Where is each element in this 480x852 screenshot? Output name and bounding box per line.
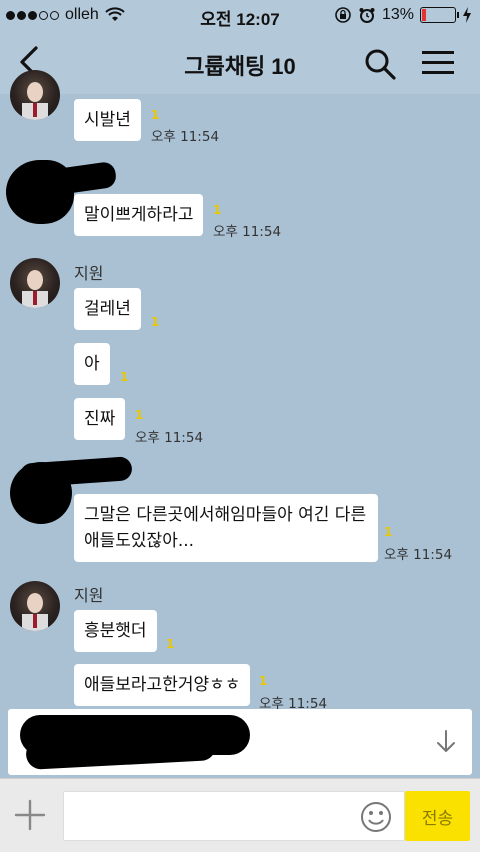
message-bubble[interactable]: 그말은 다른곳에서해임마들아 여긴 다른 애들도있잖아...	[74, 494, 378, 562]
send-button[interactable]: 전송	[405, 791, 470, 841]
status-bar: olleh 오전 12:07 13%	[0, 0, 480, 32]
sender-name: 지원	[74, 586, 104, 605]
message-input-bar: 전송	[0, 778, 480, 852]
message-bubble[interactable]: 걸레년	[74, 288, 141, 330]
sender-name: 지원	[74, 264, 104, 283]
unread-count: 1	[213, 203, 222, 217]
message-time: 오후 11:54	[213, 224, 282, 240]
rotation-lock-icon	[335, 7, 351, 23]
avatar[interactable]	[10, 581, 60, 631]
battery-percent: 13%	[381, 6, 414, 23]
new-message-notice[interactable]	[8, 709, 472, 775]
message-bubble[interactable]: 진짜	[74, 398, 126, 440]
chat-title: 그룹채팅 10	[0, 49, 480, 81]
unread-count: 1	[120, 370, 129, 384]
menu-icon[interactable]	[420, 48, 456, 78]
unread-count: 1	[259, 674, 268, 688]
message-time: 오후 11:54	[384, 547, 453, 563]
unread-count: 1	[135, 408, 144, 422]
unread-count: 1	[166, 637, 175, 651]
message-bubble[interactable]: 아	[74, 343, 110, 385]
member-count: 10	[271, 54, 296, 79]
message-time: 오후 11:54	[135, 430, 204, 446]
message-bubble[interactable]: 애들보라고한거양ㅎㅎ	[74, 664, 251, 706]
plus-icon[interactable]	[12, 797, 48, 833]
message-bubble[interactable]: 시발년	[74, 99, 141, 141]
message-time: 오후 11:54	[151, 129, 220, 145]
unread-count: 1	[151, 315, 160, 329]
unread-count: 1	[151, 108, 160, 122]
chat-header: 그룹채팅 10	[0, 32, 480, 94]
battery-icon	[420, 7, 459, 23]
down-arrow-icon[interactable]	[434, 729, 458, 755]
unread-count: 1	[384, 525, 393, 539]
chat-room-name: 그룹채팅	[184, 54, 266, 79]
avatar[interactable]	[10, 70, 60, 120]
emoji-icon[interactable]	[360, 801, 392, 833]
charging-icon	[463, 7, 471, 23]
avatar[interactable]	[10, 258, 60, 308]
alarm-icon	[359, 8, 375, 23]
redacted-sender-name	[19, 456, 133, 488]
message-bubble[interactable]: 말이쁘게하라고	[74, 194, 204, 236]
search-icon[interactable]	[362, 46, 398, 82]
message-input[interactable]	[63, 791, 405, 841]
message-bubble[interactable]: 흥분햇더	[74, 610, 157, 652]
